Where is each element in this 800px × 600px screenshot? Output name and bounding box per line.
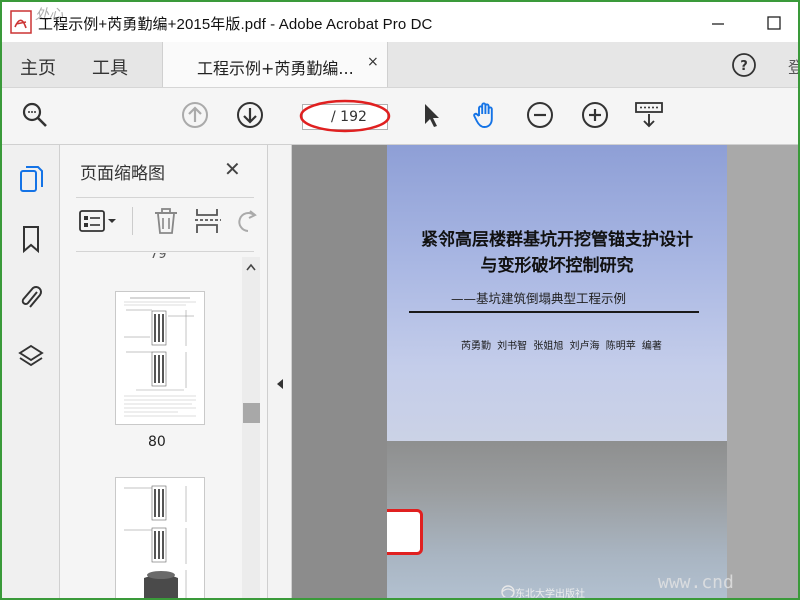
cover-rule: [409, 311, 699, 313]
cover-subtitle: ——基坑建筑倒塌典型工程示例: [451, 291, 627, 306]
divider: [76, 197, 254, 198]
help-icon[interactable]: ?: [731, 52, 757, 78]
document-view[interactable]: 紧邻高层楼群基坑开挖管锚支护设计 与变形破坏控制研究 ——基坑建筑倒塌典型工程示…: [292, 145, 798, 600]
attachment-icon[interactable]: [17, 282, 45, 312]
minimize-button[interactable]: [698, 8, 738, 38]
next-page-icon[interactable]: [235, 100, 265, 130]
sign-in-label[interactable]: 登: [788, 54, 798, 78]
page-thumbnail[interactable]: [115, 477, 205, 598]
tab-tools[interactable]: 工具: [92, 54, 128, 80]
extract-page-icon[interactable]: [193, 205, 223, 237]
thumbnail-list: 79 80: [70, 253, 248, 598]
keyboard-scroll-icon[interactable]: [634, 100, 664, 130]
scrollbar-thumb[interactable]: [243, 403, 260, 423]
divider: [76, 251, 254, 252]
search-icon[interactable]: [20, 100, 50, 130]
title-bar: 处心 工程示例+芮勇勤编+2015年版.pdf - Adobe Acrobat …: [2, 2, 798, 42]
page-thumbnails-icon[interactable]: [17, 165, 45, 195]
thumbnail-page-label: 79: [150, 253, 167, 262]
document-tab-label: 工程示例+芮勇勤编...: [197, 59, 354, 78]
acrobat-app-icon: [10, 10, 32, 34]
prev-page-icon[interactable]: [180, 100, 210, 130]
thumbnails-scrollbar[interactable]: [242, 257, 260, 598]
thumbnail-page-label: 80: [148, 434, 166, 450]
collapse-arrow-icon[interactable]: [275, 378, 285, 390]
rotate-page-icon[interactable]: [234, 205, 258, 237]
navigation-rail: [2, 145, 60, 598]
watermark-text: www.cnd: [658, 572, 734, 593]
pdf-page: 紧邻高层楼群基坑开挖管锚支护设计 与变形破坏控制研究 ——基坑建筑倒塌典型工程示…: [387, 145, 727, 600]
thumbnail-page-content: [124, 297, 196, 417]
page-thumbnails-pane: 页面缩略图 ✕ 79 80: [60, 145, 268, 598]
pane-title: 页面缩略图: [80, 164, 165, 184]
zoom-in-icon[interactable]: [580, 100, 610, 130]
app-window: 处心 工程示例+芮勇勤编+2015年版.pdf - Adobe Acrobat …: [0, 0, 800, 600]
thumbnail-page-content: [124, 485, 187, 598]
divider: [132, 207, 133, 235]
toolbar: / 192: [2, 87, 798, 145]
tab-home[interactable]: 主页: [20, 54, 56, 80]
maximize-button[interactable]: [754, 8, 794, 38]
page-thumbnail[interactable]: [115, 291, 205, 425]
pane-collapse-strip[interactable]: [268, 145, 292, 598]
window-title: 工程示例+芮勇勤编+2015年版.pdf - Adobe Acrobat Pro…: [38, 16, 433, 33]
publisher-name: 东北大学出版社: [515, 589, 585, 600]
page-background-margin: [727, 145, 798, 598]
svg-text:?: ?: [740, 59, 748, 74]
tab-bar: 主页 工具 工程示例+芮勇勤编... × ? 登: [2, 42, 798, 87]
scroll-up-arrow-icon[interactable]: [246, 263, 256, 271]
close-pane-button[interactable]: ✕: [224, 157, 241, 181]
red-annotation-box: [387, 509, 423, 555]
cover-title-line2: 与变形破坏控制研究: [480, 256, 634, 276]
layers-icon[interactable]: [17, 342, 45, 372]
thumbnail-options-icon[interactable]: [78, 205, 122, 237]
close-tab-button[interactable]: ×: [367, 54, 379, 70]
hand-tool-icon[interactable]: [470, 100, 500, 130]
cover-title-line1: 紧邻高层楼群基坑开挖管锚支护设计: [421, 230, 693, 250]
tab-document[interactable]: 工程示例+芮勇勤编... ×: [162, 42, 388, 87]
delete-page-icon[interactable]: [151, 205, 181, 237]
red-annotation-ellipse: [299, 99, 391, 133]
select-pointer-icon[interactable]: [416, 100, 446, 130]
zoom-out-icon[interactable]: [525, 100, 555, 130]
cover-authors: 芮勇勤 刘书智 张姐旭 刘卢海 陈明苹 编著: [461, 341, 662, 352]
bookmark-icon[interactable]: [17, 224, 45, 254]
